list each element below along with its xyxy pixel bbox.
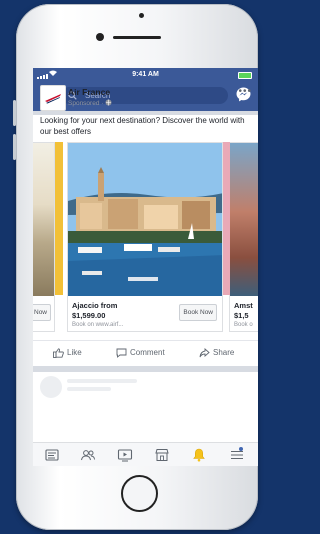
share-label: Share <box>213 348 235 357</box>
card-image <box>230 143 258 296</box>
bell-icon <box>193 448 205 462</box>
card-edge-strip <box>223 142 230 295</box>
sponsored-label: Sponsored · <box>68 99 112 107</box>
post-actions: Like Comment Share <box>33 342 258 364</box>
carousel-card[interactable]: Ajaccio from $1,599.00 Book on www.airf.… <box>67 142 223 332</box>
like-label: Like <box>67 348 82 357</box>
tab-news-feed[interactable] <box>44 447 60 463</box>
sponsored-text: Sponsored · <box>68 100 104 107</box>
globe-icon <box>105 99 112 106</box>
card-image <box>68 143 222 296</box>
advertiser-logo[interactable] <box>40 85 66 111</box>
bottom-tab-bar <box>33 442 258 466</box>
like-button[interactable]: Like <box>53 342 82 364</box>
notification-dot <box>239 447 243 451</box>
carousel-card[interactable]: Amst $1,5 Book o <box>229 142 258 332</box>
front-camera <box>96 33 104 41</box>
watch-icon <box>117 449 133 462</box>
comment-label: Comment <box>130 348 165 357</box>
ajaccio-photo <box>68 143 222 296</box>
post-text: Looking for your next destination? Disco… <box>40 116 245 136</box>
share-icon <box>199 347 210 358</box>
card-price: $1,5 <box>234 311 249 320</box>
card-title: Amst <box>234 301 253 310</box>
card-subtitle: Book o <box>234 322 253 328</box>
tab-friends[interactable] <box>80 447 96 463</box>
feed-separator <box>33 366 258 372</box>
card-price: $1,599.00 <box>72 311 106 320</box>
status-bar: 9:41 AM <box>33 68 258 82</box>
share-button[interactable]: Share <box>199 342 234 364</box>
friends-icon <box>81 450 96 461</box>
tab-marketplace[interactable] <box>154 447 170 463</box>
marketplace-icon <box>155 449 169 461</box>
loading-line-placeholder <box>67 379 137 383</box>
more-icon: ••• <box>238 86 252 97</box>
news-feed-icon <box>45 449 59 461</box>
card-image <box>33 143 54 296</box>
card-title: Ajaccio from <box>72 301 118 310</box>
comment-button[interactable]: Comment <box>116 342 165 364</box>
battery-icon <box>238 72 252 79</box>
ad-carousel[interactable]: Now Ajaccio from $1,599.00 Book on www.a… <box>33 142 258 332</box>
comment-icon <box>116 348 127 358</box>
tab-notifications[interactable] <box>191 447 207 463</box>
divider <box>33 340 258 341</box>
home-button[interactable] <box>121 475 158 512</box>
card-subtitle: Book on www.airf... <box>72 322 124 328</box>
more-options-button[interactable]: ••• <box>238 86 252 97</box>
status-time: 9:41 AM <box>132 71 159 78</box>
card-edge-strip <box>55 142 63 295</box>
loading-avatar-placeholder <box>40 376 62 398</box>
card-cta-button[interactable]: Now <box>33 304 52 321</box>
air-france-logo <box>45 94 61 104</box>
phone-screen: 9:41 AM Search Air France Sponsored · ••… <box>33 68 258 466</box>
tab-watch[interactable] <box>117 447 133 463</box>
volume-button <box>13 134 16 160</box>
facebook-header: 9:41 AM Search <box>33 68 258 111</box>
volume-button <box>13 100 16 126</box>
book-now-button[interactable]: Book Now <box>179 304 217 321</box>
tab-menu[interactable] <box>229 447 245 463</box>
carousel-card[interactable]: Now <box>33 142 55 332</box>
thumbs-up-icon <box>53 348 64 358</box>
advertiser-name[interactable]: Air France <box>68 87 110 97</box>
proximity-sensor <box>139 13 144 18</box>
earpiece <box>113 36 161 39</box>
loading-line-placeholder <box>67 387 111 391</box>
